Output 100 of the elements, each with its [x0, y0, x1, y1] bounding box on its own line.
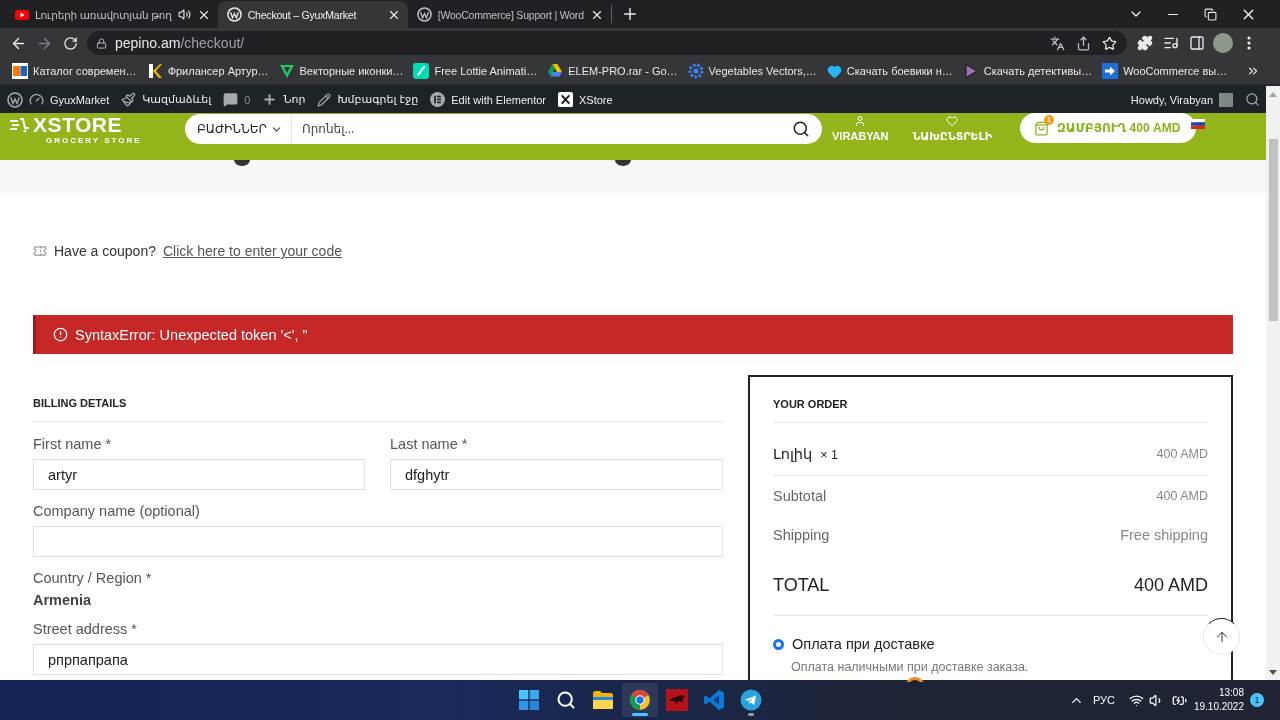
lock-icon — [96, 37, 107, 49]
search-icon — [792, 120, 810, 138]
folder-icon — [592, 690, 614, 710]
play-logo-icon — [15, 9, 29, 20]
search-button[interactable] — [792, 120, 810, 138]
code-editor-icon — [703, 689, 725, 711]
shipping-value: Free shipping — [1120, 527, 1208, 543]
browser-tab[interactable]: Լուրերի առավոտյան թող — [6, 1, 218, 28]
admin-bar-link[interactable]: GyuxMarket — [23, 86, 116, 113]
admin-bar-link[interactable]: Edit with Elementor — [424, 86, 552, 113]
account-menu[interactable]: Howdy, Virabyan — [1124, 86, 1239, 113]
clock[interactable]: 13:08 19.10.2022 — [1193, 686, 1244, 714]
triangle-logo-icon — [278, 63, 295, 79]
bookmark[interactable]: Фрилансер Артур… — [146, 63, 269, 79]
bookmark[interactable]: WooCommerce вы… — [1102, 63, 1228, 79]
text-input[interactable]: dfghytr — [390, 459, 723, 490]
music-list-icon — [1163, 35, 1179, 51]
field-label: Street address * — [33, 621, 137, 637]
bookmark[interactable]: Vegetables Vectors,… — [687, 63, 817, 79]
wifi-icon[interactable] — [1128, 692, 1144, 708]
admin-bar-link[interactable]: XStore — [552, 86, 619, 113]
bookmark[interactable]: Скачать детективы… — [962, 63, 1093, 79]
clock-time: 13:08 — [1218, 686, 1244, 700]
product-price: 400 AMD — [1156, 446, 1208, 462]
wave-tile-icon — [413, 63, 430, 79]
bookmark[interactable]: Каталог современ… — [12, 63, 137, 79]
browser-tab[interactable]: Checkout – GyuxMarket — [217, 1, 408, 28]
gear-icon — [687, 63, 704, 79]
admin-bar-link[interactable]: Խմբագրել էջը — [311, 86, 425, 113]
admin-bar-link[interactable]: Կազմաձևել — [115, 86, 218, 113]
payment-method-label: Оплата при доставке — [792, 636, 935, 652]
bars-circle-icon — [430, 92, 446, 107]
play-icon — [962, 63, 979, 79]
product-quantity: × 1 — [820, 448, 838, 462]
bookmark[interactable]: Скачать боевики н… — [826, 63, 953, 79]
flag-icon[interactable] — [1191, 119, 1206, 129]
logo-tagline: GROCERY STORE — [46, 136, 143, 145]
field-value: Armenia — [33, 592, 92, 608]
taskbar-app[interactable] — [622, 683, 658, 717]
scroll-down-icon[interactable] — [1269, 670, 1277, 675]
text-input[interactable] — [33, 526, 723, 557]
side-panel-icon — [1189, 35, 1205, 51]
scroll-to-top-button[interactable] — [1203, 618, 1240, 655]
search-icon — [556, 690, 576, 710]
text-input[interactable]: artyr — [33, 459, 365, 490]
gauge-icon — [29, 92, 44, 107]
scrollbar-thumb[interactable] — [1268, 139, 1278, 321]
drive-triangle-icon — [547, 63, 564, 79]
coupon-prompt: Have a coupon? — [54, 243, 156, 259]
subtotal-value: 400 AMD — [1156, 488, 1208, 504]
cart-lines-icon — [10, 117, 30, 133]
total-label: TOTAL — [773, 575, 830, 595]
speaker-icon[interactable] — [177, 8, 191, 21]
bag-icon — [1034, 120, 1050, 136]
plus-icon — [262, 92, 278, 107]
admin-bar-link[interactable]: 0 — [217, 86, 257, 113]
url-text: pepino.am/checkout/ — [115, 35, 245, 51]
search-field[interactable]: ԲԱԺԻՆՆԵՐ Որոնել... — [185, 114, 822, 144]
bookmark[interactable]: Free Lottie Animati… — [413, 63, 538, 79]
ticket-icon — [33, 244, 47, 258]
square-logo-icon — [12, 63, 28, 79]
reload-icon — [62, 35, 78, 51]
field-label: Country / Region * — [33, 570, 152, 586]
subtotal-label: Subtotal — [773, 488, 827, 504]
brush-icon — [121, 92, 137, 107]
admin-bar-link[interactable]: Նոր — [256, 86, 312, 113]
language-indicator[interactable]: РУС — [1092, 694, 1115, 706]
bookmark[interactable]: Векторные иконки… — [278, 63, 404, 79]
heart-icon — [946, 115, 959, 127]
more-bookmarks-button[interactable] — [1246, 64, 1260, 78]
section-heading: BILLING DETAILS — [33, 397, 127, 409]
coupon-link[interactable]: Click here to enter your code — [162, 243, 342, 259]
product-name: Լոլիկ — [773, 446, 813, 462]
avatar — [1213, 33, 1233, 53]
star-icon[interactable] — [1102, 35, 1117, 51]
creature-tile-icon — [666, 689, 688, 711]
address-bar[interactable]: pepino.am/checkout/ — [87, 31, 1127, 55]
clock-date: 19.10.2022 — [1193, 700, 1244, 714]
angle-logo-icon — [146, 63, 163, 79]
logo-icon — [7, 91, 23, 108]
notification-badge[interactable]: 1 — [1250, 693, 1264, 707]
bookmark[interactable]: ELEM-PRO.rar - Go… — [547, 63, 678, 79]
search-input[interactable]: Որոնել... — [291, 114, 792, 144]
search-icon[interactable] — [1245, 92, 1260, 107]
translate-icon[interactable] — [1050, 35, 1065, 51]
radio-button[interactable] — [773, 638, 784, 650]
paper-plane-icon — [740, 689, 762, 711]
restore-icon — [1203, 7, 1217, 21]
share-icon[interactable] — [1076, 35, 1091, 51]
text-input[interactable]: рпрпапрапа — [33, 644, 723, 675]
puzzle-icon — [1137, 35, 1153, 51]
cross-tile-icon — [558, 92, 573, 107]
arrow-tile-icon — [1102, 63, 1119, 79]
browser-tab[interactable]: [WooCommerce] Support | Word — [407, 1, 611, 28]
menu-icon — [1247, 36, 1251, 50]
category-dropdown[interactable]: ԲԱԺԻՆՆԵՐ — [185, 114, 292, 144]
pencil-icon — [317, 92, 332, 107]
logo-icon — [226, 7, 242, 22]
shipping-label: Shipping — [773, 527, 830, 543]
windows-logo-icon — [519, 690, 539, 710]
